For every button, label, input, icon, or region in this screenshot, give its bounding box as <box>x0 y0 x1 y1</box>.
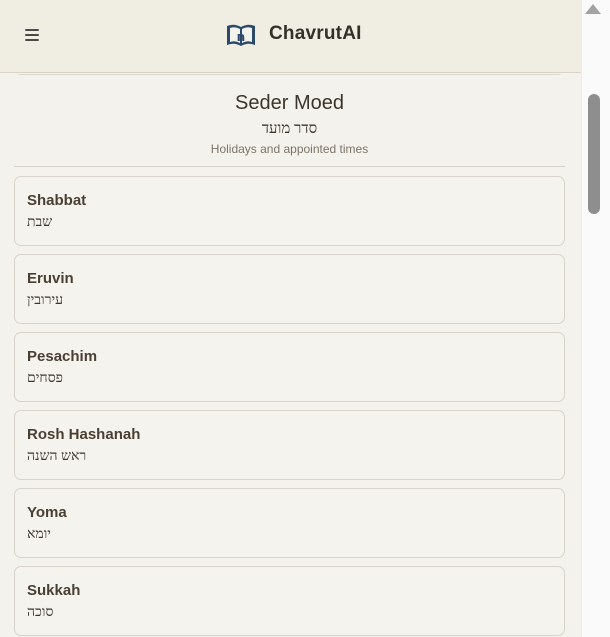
section-hebrew-title: סדר מועד <box>261 121 318 137</box>
tractate-name: Eruvin <box>27 270 74 287</box>
vertical-scrollbar[interactable] <box>581 0 610 637</box>
tractate-card-sukkah[interactable]: Sukkah סוכה <box>14 566 565 636</box>
main-content: Seder Moed סדר מועד Holidays and appoint… <box>0 74 581 637</box>
tractate-card-shabbat[interactable]: Shabbat שבת <box>14 176 565 246</box>
section-divider <box>14 166 565 167</box>
app-title[interactable]: ChavrutAI <box>269 23 362 45</box>
scrollbar-thumb[interactable] <box>588 94 600 214</box>
section-title: Seder Moed <box>235 92 344 114</box>
tractate-name: Shabbat <box>27 192 87 209</box>
tractate-card-rosh-hashanah[interactable]: Rosh Hashanah ראש השנה <box>14 410 565 480</box>
tractate-hebrew-name: פסחים <box>27 371 63 386</box>
section-subtitle: Holidays and appointed times <box>210 142 369 156</box>
tractate-hebrew-name: סוכה <box>27 605 54 620</box>
scroll-up-arrow-icon[interactable] <box>585 4 601 14</box>
section-header: Seder Moed סדר מועד Holidays and appoint… <box>14 92 565 156</box>
tractate-name: Pesachim <box>27 348 98 365</box>
app-header: ח ChavrutAI <box>0 0 581 73</box>
tractate-hebrew-name: שבת <box>27 215 53 230</box>
tractate-hebrew-name: יומא <box>27 527 51 542</box>
hamburger-menu-icon[interactable] <box>25 29 39 43</box>
tractate-name: Rosh Hashanah <box>27 426 141 443</box>
tractate-card-pesachim[interactable]: Pesachim פסחים <box>14 332 565 402</box>
tractate-card-yoma[interactable]: Yoma יומא <box>14 488 565 558</box>
tractate-name: Sukkah <box>27 582 81 599</box>
open-book-icon[interactable]: ח <box>225 23 257 49</box>
tractate-name: Yoma <box>27 504 67 521</box>
previous-card-edge <box>14 74 565 75</box>
tractate-hebrew-name: ראש השנה <box>27 449 87 464</box>
tractate-hebrew-name: עירובין <box>27 293 64 308</box>
logo-glyph: ח <box>237 30 246 45</box>
tractate-card-eruvin[interactable]: Eruvin עירובין <box>14 254 565 324</box>
